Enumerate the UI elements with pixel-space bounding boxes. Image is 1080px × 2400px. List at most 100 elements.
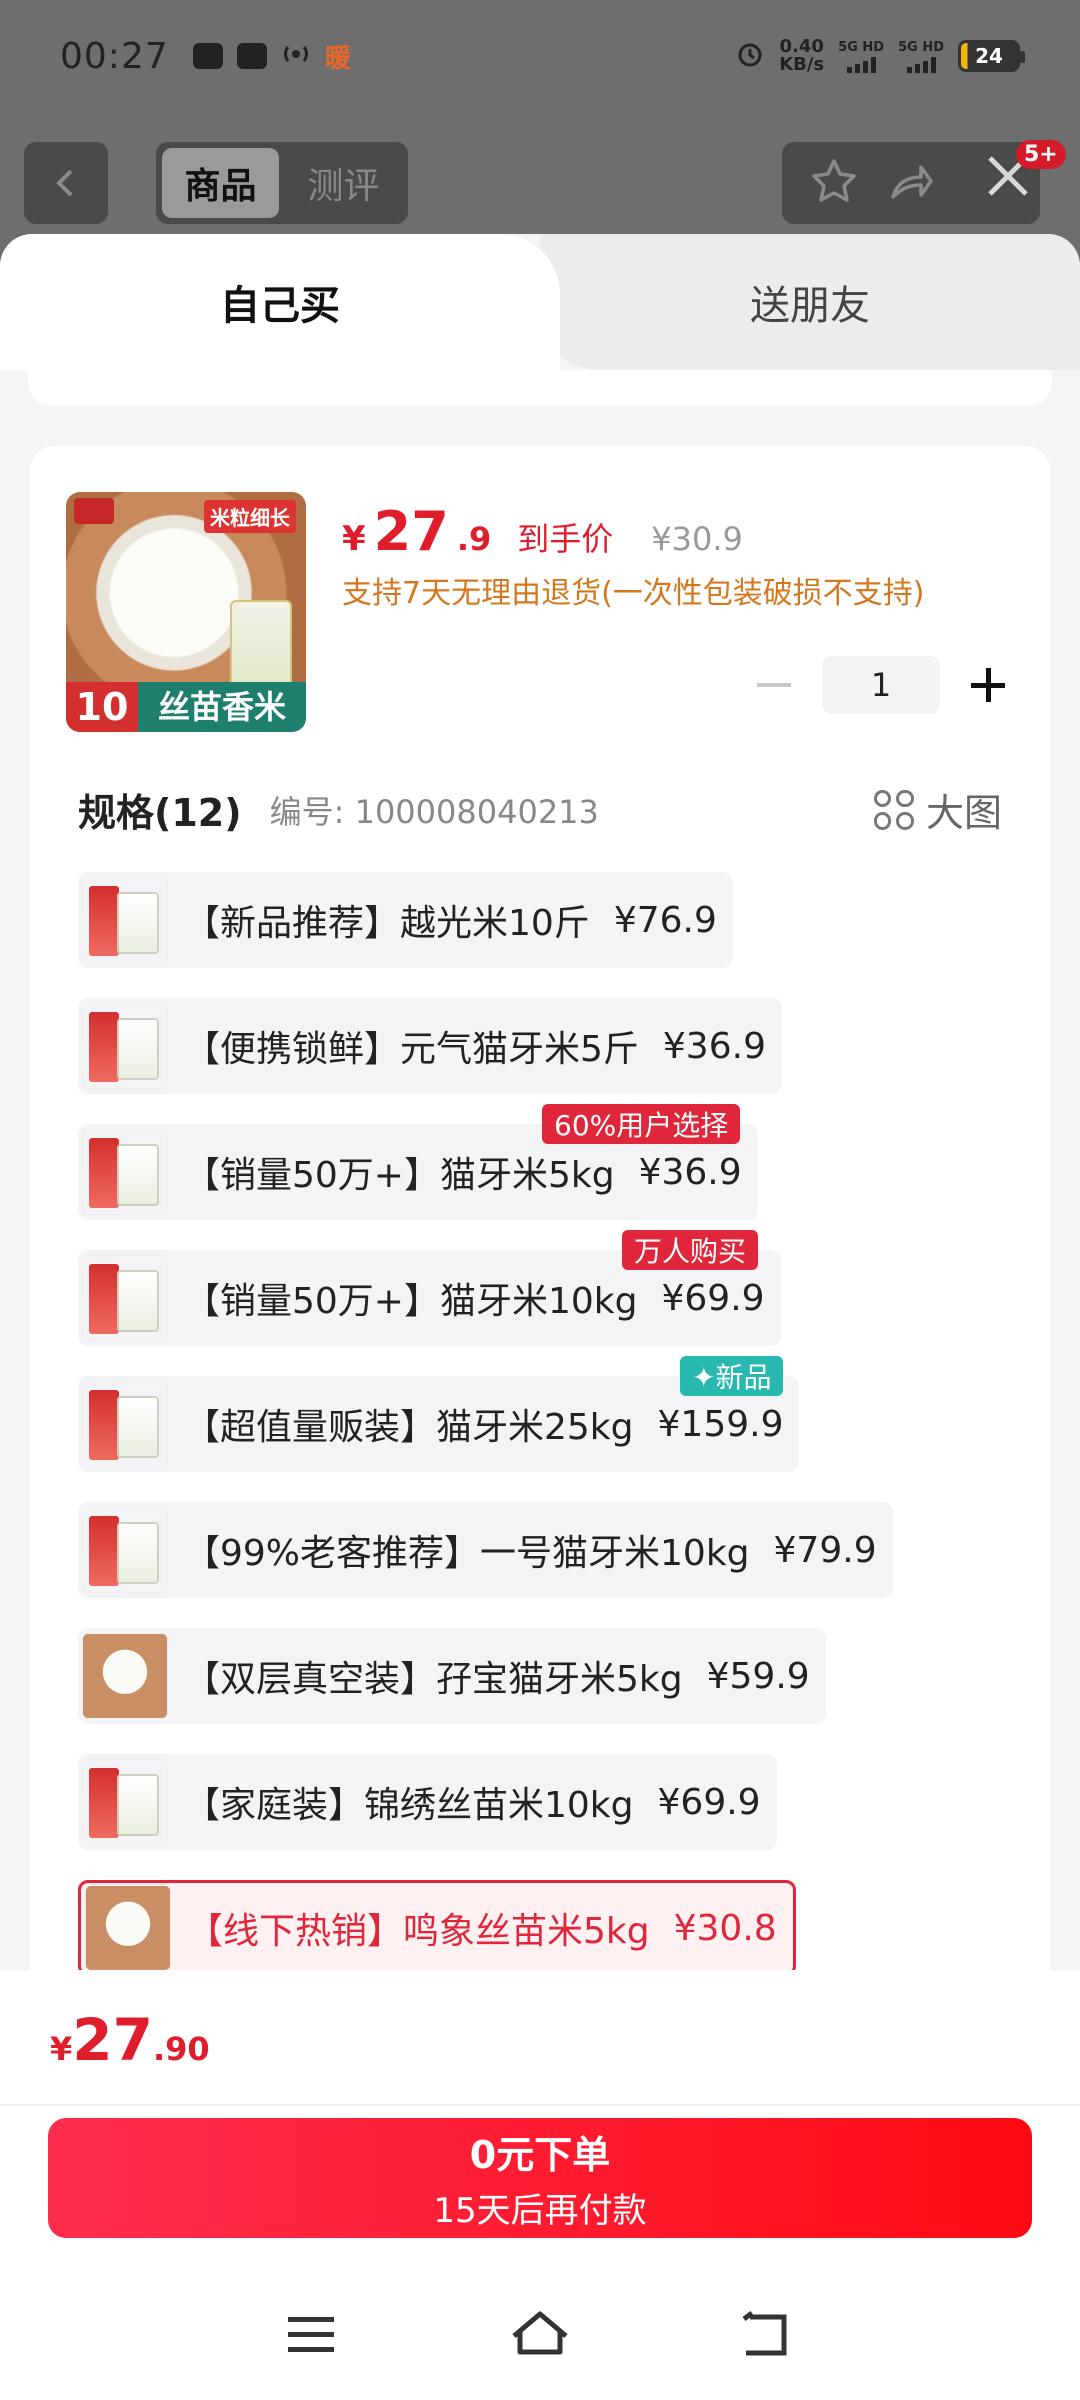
quantity-field[interactable]: 1 bbox=[822, 656, 940, 714]
spec-option[interactable]: 【便携锁鲜】元气猫牙米5斤 ¥36.9 bbox=[78, 998, 782, 1094]
option-label: 【家庭装】锦绣丝苗米10kg bbox=[184, 1785, 634, 1826]
signal-2-label: 5G HD bbox=[898, 39, 944, 55]
returns-note: 支持7天无理由退货(一次性包装破损不支持) bbox=[342, 576, 925, 611]
option-price: ¥76.9 bbox=[613, 899, 717, 941]
hotspot-icon bbox=[281, 39, 311, 73]
option-price: ¥36.9 bbox=[638, 1151, 742, 1193]
option-thumbnail bbox=[82, 1633, 168, 1719]
product-image-name: 丝苗香米 bbox=[138, 682, 306, 732]
price-label: 到手价 bbox=[517, 520, 614, 558]
option-label: 【双层真空装】孖宝猫牙米5kg bbox=[184, 1659, 683, 1700]
battery-icon: 24 bbox=[958, 40, 1025, 72]
signal-bars-icon bbox=[906, 56, 936, 73]
plus-icon[interactable] bbox=[960, 657, 1016, 713]
spec-option[interactable]: 【新品推荐】越光米10斤 ¥76.9 bbox=[78, 872, 733, 968]
order-button-line2: 15天后再付款 bbox=[433, 2191, 647, 2231]
battery-level: 24 bbox=[975, 44, 1003, 68]
clock: 00:27 bbox=[60, 35, 169, 77]
product-image-weight: 10斤 bbox=[66, 682, 138, 732]
back-nav-icon[interactable] bbox=[737, 2305, 797, 2365]
option-price: ¥69.9 bbox=[657, 1781, 761, 1823]
spec-option-selected[interactable]: 【线下热销】鸣象丝苗米5kg ¥30.8 bbox=[78, 1880, 796, 1976]
spec-option[interactable]: 【99%老客推荐】一号猫牙米10kg ¥79.9 bbox=[78, 1502, 893, 1598]
menu-icon[interactable] bbox=[283, 2305, 343, 2365]
price-decimal: .9 bbox=[456, 520, 492, 558]
option-price: ¥79.9 bbox=[773, 1529, 877, 1571]
total-price-integer: 27 bbox=[72, 2006, 153, 2074]
product-image[interactable]: 米粒细长 10斤 丝苗香米 bbox=[66, 492, 306, 732]
share-icon[interactable] bbox=[885, 155, 937, 211]
warm-indicator: 暖 bbox=[324, 43, 351, 74]
option-label: 【新品推荐】越光米10斤 bbox=[184, 903, 590, 944]
sku-number: 编号: 100008040213 bbox=[269, 792, 599, 831]
total-price: ¥ 27 .90 bbox=[50, 2006, 210, 2074]
tab-buy-self-label: 自己买 bbox=[220, 283, 340, 329]
total-price-decimal: .90 bbox=[152, 2030, 210, 2068]
tab-underside bbox=[28, 370, 1052, 406]
option-thumbnail bbox=[82, 1507, 168, 1593]
big-image-toggle[interactable]: 大图 bbox=[873, 782, 1002, 837]
big-image-label: 大图 bbox=[925, 791, 1002, 835]
net-speed: 0.40 KB/s bbox=[779, 38, 824, 74]
order-button-line1: 0元下单 bbox=[469, 2133, 611, 2177]
option-tag: 万人购买 bbox=[622, 1230, 759, 1270]
tab-buy-self[interactable]: 自己买 bbox=[0, 234, 560, 370]
option-thumbnail bbox=[82, 1759, 168, 1845]
minus-icon[interactable] bbox=[746, 657, 802, 713]
price-symbol: ¥ bbox=[342, 519, 366, 559]
spec-option[interactable]: 【双层真空装】孖宝猫牙米5kg ¥59.9 bbox=[78, 1628, 826, 1724]
signal-1-label: 5G HD bbox=[838, 39, 885, 55]
option-label: 【线下热销】鸣象丝苗米5kg bbox=[187, 1911, 650, 1952]
option-tag: ✦新品 bbox=[680, 1356, 784, 1396]
back-button[interactable] bbox=[24, 142, 108, 224]
signal-2: 5G HD bbox=[898, 40, 944, 73]
divider bbox=[0, 2104, 1080, 2106]
option-label: 【销量50万+】猫牙米5kg bbox=[184, 1155, 615, 1196]
tab-product[interactable]: 商品 bbox=[162, 148, 279, 218]
product-image-tag: 米粒细长 bbox=[204, 500, 296, 533]
option-price: ¥30.8 bbox=[673, 1907, 777, 1949]
option-label: 【超值量贩装】猫牙米25kg bbox=[184, 1407, 634, 1448]
order-button[interactable]: 0元下单 15天后再付款 bbox=[48, 2118, 1032, 2238]
checkout-bar: ¥ 27 .90 0元下单 15天后再付款 bbox=[0, 1970, 1080, 2400]
price-integer: 27 bbox=[373, 500, 449, 563]
star-icon[interactable] bbox=[808, 155, 860, 211]
brand-logo bbox=[74, 498, 114, 524]
signal-1: 5G HD bbox=[838, 40, 884, 73]
quantity-stepper: 1 bbox=[746, 656, 1016, 714]
option-thumbnail bbox=[82, 877, 168, 963]
option-price: ¥59.9 bbox=[706, 1655, 810, 1697]
wechat-icon bbox=[192, 43, 223, 69]
sku-card: 米粒细长 10斤 丝苗香米 ¥ 27 .9 到手价 ¥30.9 支持7天无理由退… bbox=[30, 446, 1050, 2190]
tab-send-friend-label: 送朋友 bbox=[750, 283, 870, 329]
signal-bars-icon bbox=[846, 56, 876, 73]
cart-badge: 5+ bbox=[1016, 140, 1066, 169]
notification-icons: 暖 bbox=[192, 38, 351, 75]
option-label: 【99%老客推荐】一号猫牙米10kg bbox=[184, 1533, 750, 1574]
top-nav: 商品 测评 5+ bbox=[0, 140, 1080, 226]
net-speed-unit: KB/s bbox=[779, 54, 825, 75]
spec-option[interactable]: 【家庭装】锦绣丝苗米10kg ¥69.9 bbox=[78, 1754, 777, 1850]
message-icon bbox=[236, 43, 267, 69]
price-row: ¥ 27 .9 到手价 ¥30.9 bbox=[342, 500, 743, 563]
purchase-tabs: 自己买 送朋友 bbox=[0, 234, 1080, 370]
option-label: 【便携锁鲜】元气猫牙米5斤 bbox=[184, 1029, 639, 1070]
tab-send-friend[interactable]: 送朋友 bbox=[540, 234, 1080, 370]
option-price: ¥36.9 bbox=[662, 1025, 766, 1067]
spec-header: 规格(12) 编号: 100008040213 大图 bbox=[78, 782, 1002, 837]
option-label: 【销量50万+】猫牙米10kg bbox=[184, 1281, 638, 1322]
grid-icon bbox=[873, 789, 914, 830]
tab-review[interactable]: 测评 bbox=[285, 148, 402, 218]
original-price: ¥30.9 bbox=[651, 520, 743, 558]
option-thumbnail bbox=[82, 1255, 168, 1341]
home-icon[interactable] bbox=[510, 2305, 570, 2365]
option-thumbnail bbox=[82, 1129, 168, 1215]
back-icon bbox=[56, 169, 73, 197]
option-thumbnail bbox=[82, 1003, 168, 1089]
alarm-icon bbox=[735, 39, 765, 74]
option-thumbnail bbox=[82, 1381, 168, 1467]
system-nav-bar bbox=[0, 2270, 1080, 2400]
product-review-switch: 商品 测评 bbox=[156, 142, 408, 224]
status-bar: 00:27 暖 0.40 KB/s 5G HD 5G HD 24 bbox=[0, 0, 1080, 112]
option-price: ¥69.9 bbox=[661, 1277, 765, 1319]
